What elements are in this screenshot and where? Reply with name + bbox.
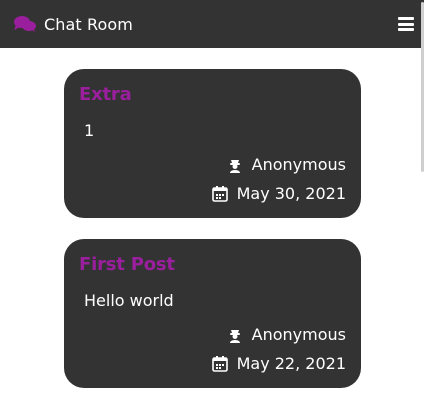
calendar-icon <box>211 185 228 202</box>
user-secret-icon <box>227 157 243 173</box>
brand[interactable]: Chat Room <box>14 15 133 34</box>
calendar-icon <box>211 355 228 372</box>
post-feed: Extra 1 Anonymous May 30, 2021 First Pos… <box>64 69 361 409</box>
post-date-value: May 30, 2021 <box>236 184 346 203</box>
post-title: Extra <box>79 84 132 105</box>
hamburger-menu-icon[interactable] <box>398 16 414 32</box>
post-date: May 22, 2021 <box>211 354 346 373</box>
post-author-name: Anonymous <box>251 155 346 174</box>
app-title: Chat Room <box>44 14 133 34</box>
post-author: Anonymous <box>227 155 346 174</box>
user-secret-icon <box>227 327 243 343</box>
post-title: First Post <box>79 254 175 275</box>
scrollbar[interactable] <box>420 0 424 401</box>
post-card[interactable]: Extra 1 Anonymous May 30, 2021 <box>64 69 361 218</box>
post-date-value: May 22, 2021 <box>236 354 346 373</box>
post-author-name: Anonymous <box>251 325 346 344</box>
post-body: 1 <box>84 121 95 140</box>
post-author: Anonymous <box>227 325 346 344</box>
navbar: Chat Room <box>0 0 424 48</box>
comments-icon <box>14 15 36 33</box>
post-card[interactable]: First Post Hello world Anonymous May 22,… <box>64 239 361 388</box>
post-date: May 30, 2021 <box>211 184 346 203</box>
post-body: Hello world <box>84 291 174 310</box>
